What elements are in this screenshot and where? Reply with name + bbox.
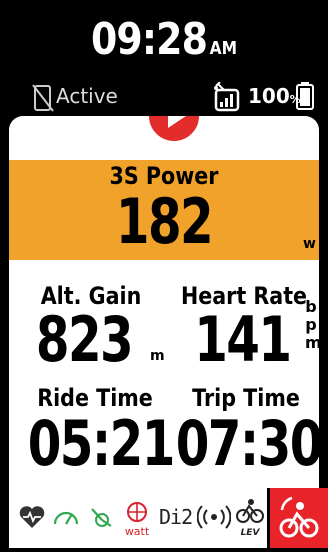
- power-sensor: watt: [121, 498, 153, 538]
- heart-rate-unit-m: m: [305, 333, 322, 352]
- clock-time: 09:28: [90, 14, 208, 65]
- clock-ampm: AM: [209, 38, 238, 59]
- heart-rate-value: 141: [194, 303, 292, 376]
- heart-sensor-icon: [19, 506, 45, 528]
- sensor-strip: watt Di2 LEV: [9, 488, 267, 548]
- wireless-radar-icon: [197, 505, 231, 529]
- lev-sensor-icon: [236, 499, 264, 523]
- heart-rate-unit-p: p: [305, 315, 317, 334]
- power-sensor-label: watt: [124, 525, 150, 538]
- alt-gain-unit: m: [150, 348, 165, 364]
- power-sensor-icon: [127, 502, 147, 522]
- ride-mode-button[interactable]: [270, 488, 328, 548]
- heart-rate-unit-b: b: [305, 297, 317, 316]
- alt-gain-value: 823: [35, 303, 134, 376]
- phone-disconnected-icon: [32, 84, 54, 112]
- speed-sensor-icon: [53, 511, 79, 525]
- phone-status-label: Active: [56, 84, 118, 108]
- battery-percent: 100%: [248, 84, 301, 112]
- heart-rate-unit: b p m: [305, 297, 322, 352]
- play-icon: [168, 116, 186, 128]
- battery-icon: [296, 82, 314, 110]
- data-panel: 3S Power 182 w Alt. Gain 823 m Heart Rat…: [9, 116, 319, 488]
- clock: 09:28 AM: [23, 14, 305, 75]
- di2-sensor-icon: Di2: [159, 505, 193, 529]
- lev-sensor-label: LEV: [240, 528, 260, 538]
- trip-time-value: 07:30: [175, 407, 319, 480]
- sensor-footer: watt Di2 LEV: [0, 488, 328, 548]
- power-value: 182: [115, 185, 214, 258]
- cadence-sensor-icon: [91, 508, 112, 527]
- status-bar: 09:28 AM Active 100%: [0, 0, 328, 116]
- ride-time-value: 05:21: [27, 407, 176, 480]
- power-unit: w: [303, 236, 316, 252]
- power-field[interactable]: 3S Power 182 w: [9, 160, 319, 260]
- battery-value: 100: [248, 84, 290, 108]
- lev-sensor: LEV: [235, 498, 265, 538]
- play-button[interactable]: [146, 116, 202, 144]
- gps-signal-icon: [214, 82, 240, 112]
- cycling-mode-icon: [279, 496, 319, 538]
